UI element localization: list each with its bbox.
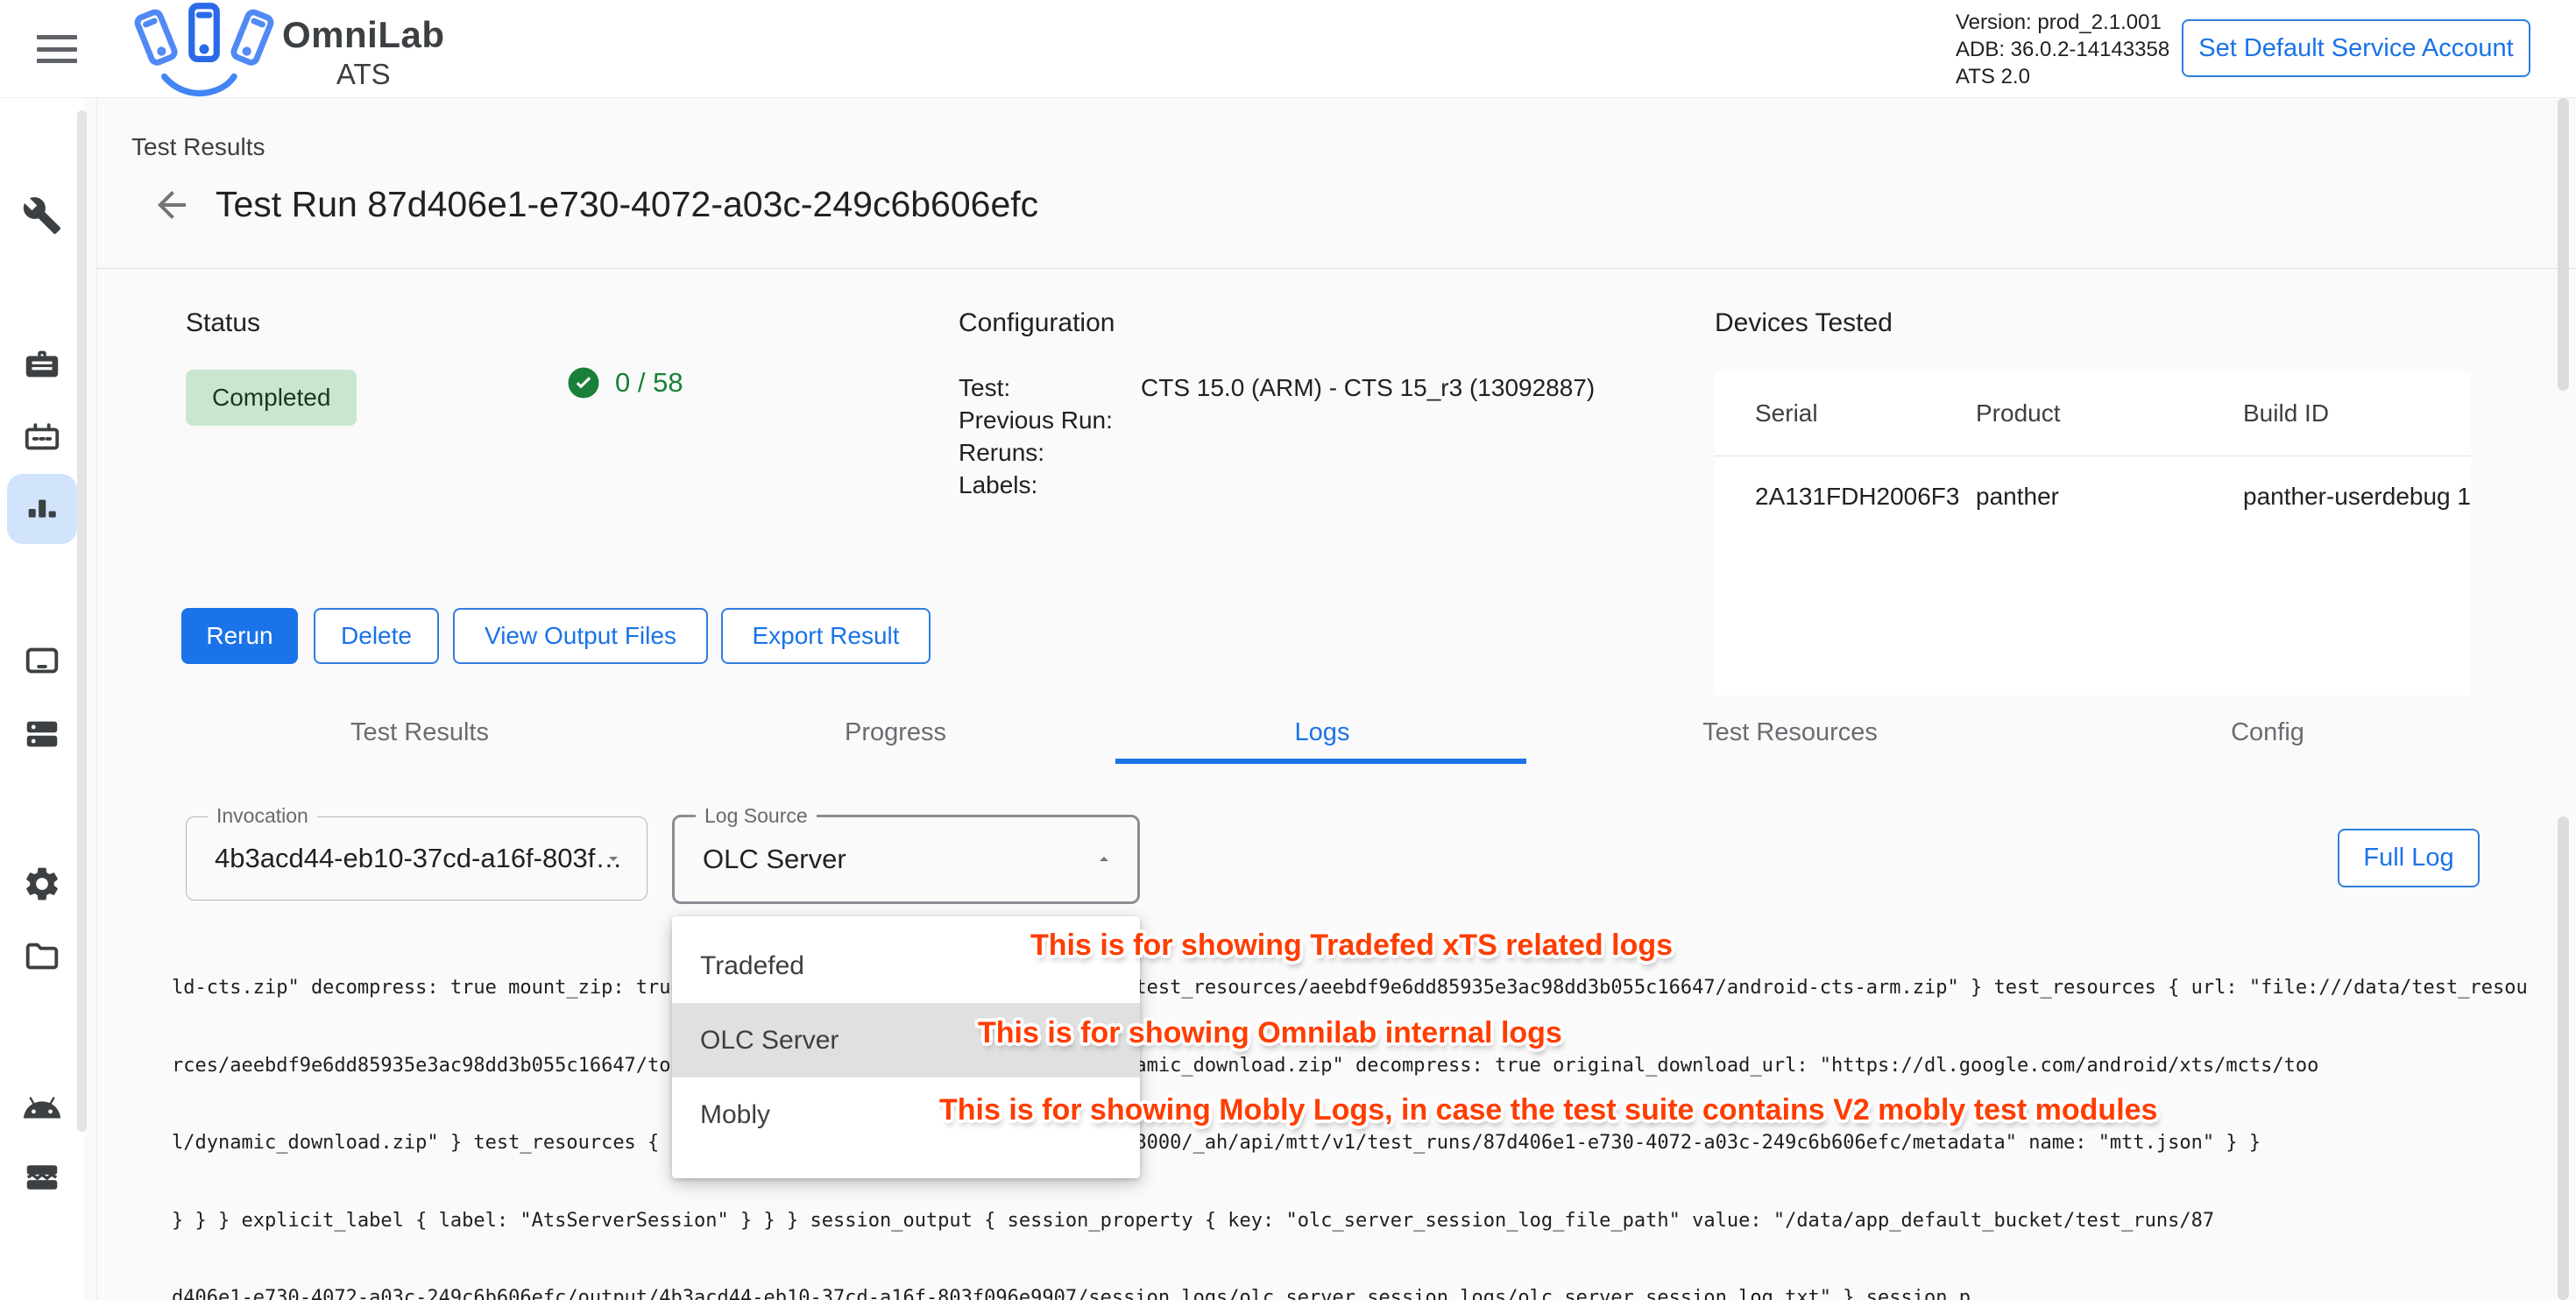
divider [97, 268, 2576, 269]
sidebar-item-settings[interactable] [7, 849, 77, 919]
log-source-select[interactable]: Log Source OLC Server [672, 815, 1140, 904]
content-divider [96, 98, 97, 1300]
log-line: l/dynamic_download.zip" } test_resources… [172, 1130, 2537, 1156]
test-plan-icon [22, 344, 62, 385]
column-header-serial: Serial [1715, 399, 1976, 427]
sidebar-item-android[interactable] [7, 1073, 77, 1143]
annotation-olc-server: This is for showing Omnilab internal log… [978, 1016, 1562, 1050]
settings-gear-icon [22, 864, 62, 904]
config-label: Reruns: [959, 436, 1141, 469]
schedule-icon [22, 417, 62, 457]
config-label: Labels: [959, 469, 1141, 501]
wrench-icon [22, 195, 62, 236]
delete-button[interactable]: Delete [314, 608, 439, 664]
tab-progress[interactable]: Progress [845, 718, 946, 747]
side-nav [0, 98, 84, 1300]
table-row[interactable]: 2A131FDH2006F3 panther panther-userdebug… [1715, 457, 2471, 536]
sidebar-scrollbar[interactable] [77, 110, 87, 1132]
device-serial: 2A131FDH2006F3 [1715, 483, 1976, 511]
test-progress: 0 / 58 [566, 365, 683, 400]
annotation-tradefed: This is for showing Tradefed xTS related… [1030, 929, 1673, 963]
config-row-labels: Labels: [959, 469, 1595, 501]
sidebar-item-test-results[interactable] [7, 474, 77, 544]
configuration-rows: Test: CTS 15.0 (ARM) - CTS 15_r3 (130928… [959, 371, 1595, 501]
sidebar-item-file-browser[interactable] [7, 922, 77, 992]
config-label: Previous Run: [959, 404, 1141, 436]
config-row-previous-run: Previous Run: [959, 404, 1595, 436]
sidebar-item-schedule[interactable] [7, 402, 77, 472]
devices-icon [22, 640, 62, 681]
ats-version-line: ATS 2.0 [1956, 63, 2169, 90]
adb-version-line: ADB: 36.0.2-14143358 [1956, 36, 2169, 63]
menu-icon[interactable] [37, 35, 77, 63]
status-badge: Completed [186, 370, 357, 426]
export-result-button[interactable]: Export Result [721, 608, 931, 664]
log-source-value: OLC Server [703, 817, 846, 901]
sidebar-item-activity-log[interactable] [7, 1142, 77, 1212]
log-line: rces/aeebdf9e6dd85935e3ac98dd3b055c16647… [172, 1053, 2537, 1079]
test-results-icon [22, 489, 62, 529]
rerun-button[interactable]: Rerun [181, 608, 298, 664]
app-bar: OmniLab ATS Version: prod_2.1.001 ADB: 3… [0, 0, 2576, 98]
omnilab-ats-screen: ld-cts.zip" decompress: true mount_zip: … [0, 0, 2576, 1300]
set-default-service-account-button[interactable]: Set Default Service Account [2182, 19, 2530, 77]
version-info: Version: prod_2.1.001 ADB: 36.0.2-141433… [1956, 9, 2169, 90]
pass-count: 0 / 58 [615, 367, 683, 399]
omnilab-logo-icon [121, 2, 287, 98]
activity-log-icon [22, 1157, 62, 1198]
hosts-icon [22, 714, 62, 754]
configuration-heading: Configuration [959, 308, 1115, 338]
sidebar-item-devices[interactable] [7, 625, 77, 696]
invocation-select[interactable]: Invocation 4b3acd44-eb10-37cd-a16f-803f… [186, 816, 648, 901]
app-title: OmniLab [282, 14, 445, 56]
devices-table-header: Serial Product Build ID [1715, 371, 2471, 456]
brand: OmniLab ATS [282, 14, 445, 91]
check-circle-icon [566, 365, 601, 400]
tab-test-results[interactable]: Test Results [350, 718, 489, 747]
log-line: } } } explicit_label { label: "AtsServer… [172, 1208, 2537, 1234]
log-scrollbar[interactable] [2558, 816, 2569, 1300]
tab-logs[interactable]: Logs [1295, 718, 1350, 747]
tab-test-resources[interactable]: Test Resources [1702, 718, 1878, 747]
column-header-product: Product [1976, 399, 2243, 427]
invocation-value: 4b3acd44-eb10-37cd-a16f-803f… [215, 817, 622, 900]
config-row-test: Test: CTS 15.0 (ARM) - CTS 15_r3 (130928… [959, 371, 1595, 404]
config-label: Test: [959, 371, 1141, 404]
version-line: Version: prod_2.1.001 [1956, 9, 2169, 36]
devices-table: Serial Product Build ID 2A131FDH2006F3 p… [1715, 371, 2471, 696]
log-line: d406e1-e730-4072-a03c-249c6b606efc/outpu… [172, 1285, 2537, 1300]
status-heading: Status [186, 308, 260, 338]
device-product: panther [1976, 483, 2243, 511]
device-build-id: panther-userdebug 15 r [2243, 483, 2471, 511]
app-subtitle: ATS [282, 58, 445, 91]
config-value: CTS 15.0 (ARM) - CTS 15_r3 (13092887) [1141, 371, 1595, 404]
sidebar-item-test-plans[interactable] [7, 329, 77, 399]
back-arrow-icon[interactable] [151, 184, 193, 226]
devices-tested-heading: Devices Tested [1715, 308, 1893, 338]
sidebar-item-tools[interactable] [7, 180, 77, 251]
log-line: ld-cts.zip" decompress: true mount_zip: … [172, 975, 2537, 1001]
chevron-up-icon [1093, 849, 1115, 870]
page-scrollbar[interactable] [2558, 98, 2569, 391]
config-row-reruns: Reruns: [959, 436, 1595, 469]
view-output-files-button[interactable]: View Output Files [453, 608, 708, 664]
breadcrumb: Test Results [131, 133, 265, 161]
chevron-down-icon [603, 848, 624, 869]
column-header-build-id: Build ID [2243, 399, 2471, 427]
sidebar-item-hosts[interactable] [7, 699, 77, 769]
android-icon [22, 1088, 62, 1128]
annotation-mobly: This is for showing Mobly Logs, in case … [939, 1093, 2157, 1127]
active-tab-indicator [1115, 759, 1526, 764]
page-title: Test Run 87d406e1-e730-4072-a03c-249c6b6… [216, 184, 1038, 225]
tab-config[interactable]: Config [2231, 718, 2304, 747]
full-log-button[interactable]: Full Log [2338, 829, 2480, 887]
folder-icon [22, 936, 62, 977]
